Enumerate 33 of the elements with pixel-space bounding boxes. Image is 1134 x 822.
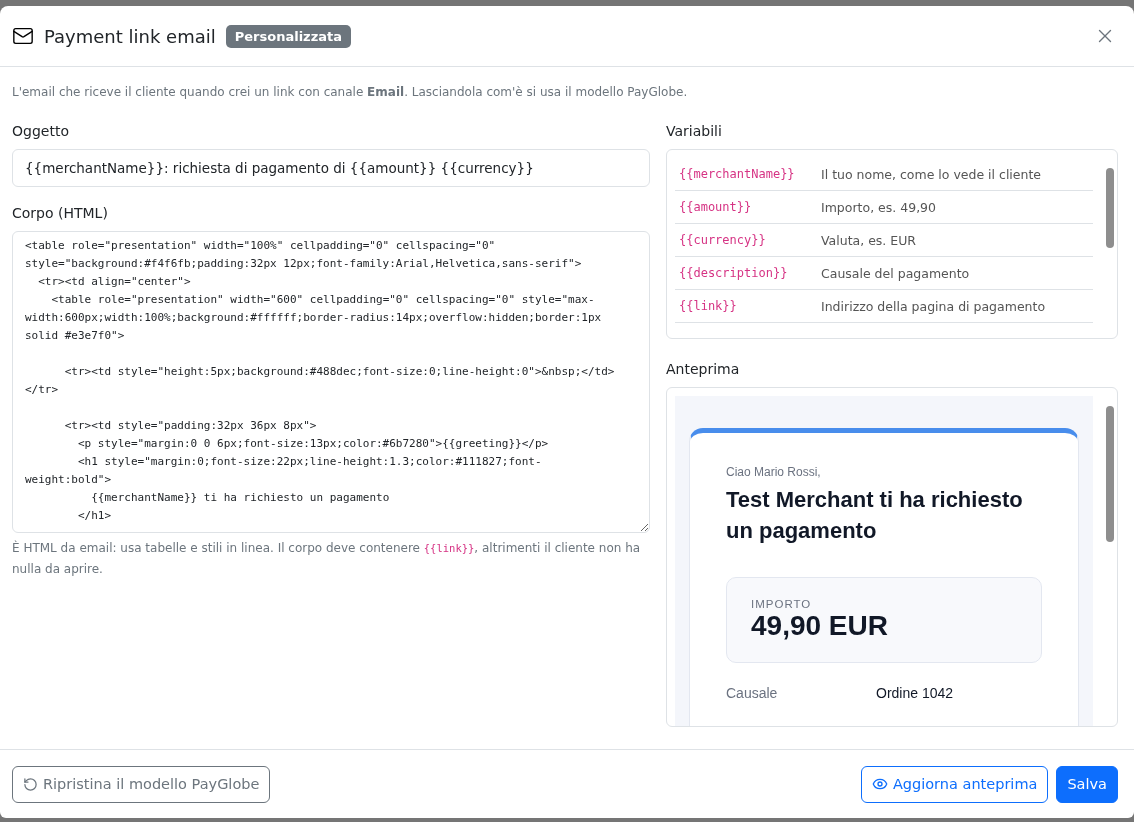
- scrollbar[interactable]: [1106, 406, 1114, 543]
- field-label: Anteprima: [666, 361, 741, 378]
- field-label: Variabili: [666, 123, 723, 140]
- status-badge: Personalizzata: [225, 24, 351, 48]
- variable-name: {{link}}: [679, 299, 738, 314]
- variable-name: {{merchantName}}: [679, 167, 796, 182]
- variable-description: Valuta, es. EUR: [821, 232, 918, 248]
- description-text: L'email che riceve il cliente quando crei un link con canale Email. Lasciandola com'è si usa il modello PayGlobe.: [12, 85, 689, 100]
- variable-name: {{description}}: [679, 266, 789, 281]
- refresh-preview-button[interactable]: Aggiorna anteprima: [860, 765, 1049, 803]
- email-heading: Test Merchant ti ha richiesto un pagamento: [726, 486, 1024, 545]
- variable-name: {{amount}}: [679, 200, 753, 215]
- variable-name: {{currency}}: [679, 233, 767, 248]
- field-label: Corpo (HTML): [12, 205, 109, 222]
- variable-description: Indirizzo della pagina di pagamento: [821, 298, 1047, 314]
- variable-description: Importo, es. 49,90: [821, 199, 937, 215]
- amount-value: 49,90 EUR: [751, 609, 889, 642]
- hint-text: È HTML da email: usa tabelle e stili in linea. Il corpo deve contenere {{link}}, altrimenti il cliente non ha nulla da aprire.: [12, 539, 642, 579]
- subject-field[interactable]: {{merchantName}}: richiesta di pagamento di {{amount}} {{currency}}: [12, 149, 650, 188]
- greeting-text: Ciao Mario Rossi,: [726, 465, 822, 480]
- code-snippet: {{link}}: [423, 542, 475, 555]
- amount-label: IMPORTO: [751, 597, 813, 610]
- code-field[interactable]: <table role="presentation" width="100%" cellpadding="0" cellspacing="0" style="background:#f4f6fb;padding:32px 12px;font-family:Arial,Helvetica,sans-serif"> <tr><td align="center"> <table role="presentation" width="600" cellpadding="0" cellspacing="0" style="max-width:600px;width:100%;background:#ffffff;border-radius:14px;overflow:hidden;border:1px solid #e3e7f0"> <tr><td style="height:5px;background:#488dec;font-size:0;line-height:0">&nbsp;</td></tr> <tr><td style="padding:32px 36px 8px"> <p style="margin:0 0 6px;font-size:13px;color:#6b7280">{{greeting}}</p> <h1 style="margin:0;font-size:22px;line-height:1.3;color:#111827;font-weight:bold"> {{merchantName}} ti ha richiesto un pagamento </h1>: [12, 231, 650, 534]
- variable-description: Causale del pagamento: [821, 265, 971, 281]
- modal-title: Payment link email: [44, 25, 216, 47]
- reset-button[interactable]: Ripristina il modello PayGlobe: [12, 765, 271, 803]
- detail-value: Ordine 1042: [876, 684, 955, 701]
- save-button[interactable]: Salva: [1056, 765, 1118, 803]
- variable-description: Il tuo nome, come lo vede il cliente: [821, 166, 1043, 182]
- detail-label: Causale: [726, 684, 779, 701]
- scrollbar[interactable]: [1106, 168, 1114, 249]
- field-label: Oggetto: [12, 123, 70, 140]
- reset-icon: [23, 776, 38, 792]
